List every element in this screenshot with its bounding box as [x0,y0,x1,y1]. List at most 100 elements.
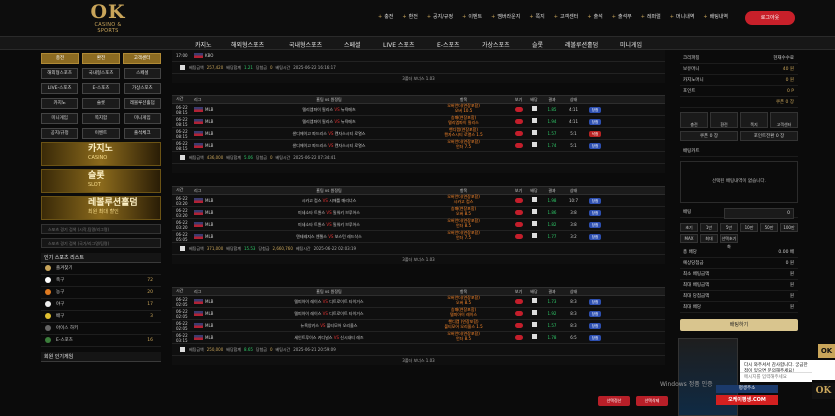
sidebar-category-button[interactable]: 출석체크 [123,128,161,139]
main-nav-item[interactable]: 슬롯 [532,40,543,49]
row-checkbox[interactable] [531,232,537,238]
top-nav-item[interactable]: + 배팅내역 [703,13,728,20]
top-nav-item[interactable]: + 쪽지 [529,13,544,20]
sidebar-category-button[interactable]: 레볼루션홀덤 [123,98,161,109]
eye-icon[interactable] [514,299,523,304]
sidebar-category-button[interactable]: 해외형스포츠 [41,68,79,79]
eye-icon[interactable] [514,210,523,215]
sidebar-category-button[interactable]: 공지/규정 [41,128,79,139]
eye-icon[interactable] [514,222,523,227]
eye-icon[interactable] [514,198,523,203]
chat-input[interactable]: 메시지를 입력해주세요 [740,372,812,382]
sub-button[interactable]: 포인트전환 0 장 [740,131,798,141]
summary-checkbox[interactable] [180,246,185,251]
top-nav-item[interactable]: + 출석 [587,13,602,20]
quick-amount-button[interactable]: 1만 [700,223,718,232]
sidebar-category-button[interactable]: LIVE-스포츠 [41,83,79,94]
quick-amount-button[interactable]: 선택초기화 [720,234,738,249]
popular-sport-item[interactable]: 야구 17 [41,299,161,311]
eye-icon[interactable] [514,335,523,340]
main-nav-item[interactable]: 국내형스포츠 [289,40,322,49]
row-checkbox[interactable] [531,220,537,226]
eye-icon[interactable] [514,131,523,136]
row-checkbox[interactable] [531,333,537,339]
main-nav-item[interactable]: LIVE 스포츠 [383,40,414,49]
sidebar-category-button[interactable]: 국내형스포츠 [82,68,120,79]
eye-icon[interactable] [514,311,523,316]
main-nav-item[interactable]: 카지노 [195,40,212,49]
row-checkbox[interactable] [531,117,537,123]
top-nav-item[interactable]: + 환전 [402,13,417,20]
sidebar-category-button[interactable]: 가상스포츠 [123,83,161,94]
sidebar-category-button[interactable]: 이벤트 [82,128,120,139]
sidebar-category-button[interactable]: 쪽지함 [82,113,120,124]
sub-button[interactable]: 쿠폰 0 장 [680,131,738,141]
summary-checkbox[interactable] [180,155,185,160]
quick-icon-button[interactable]: 쪽지 [740,112,768,128]
top-nav-item[interactable]: + 충전 [378,13,393,20]
logout-button[interactable]: 로그아웃 [745,11,795,25]
quick-icon-button[interactable]: 고객센터 [770,112,798,128]
main-nav-item[interactable]: 미니게임 [620,40,642,49]
promo-banner[interactable]: 평생주소 오케이평생.COM [678,338,778,416]
quick-icon-button[interactable]: 환전 [710,112,738,128]
main-nav-item[interactable]: 스페셜 [344,40,361,49]
search-input[interactable]: 스포츠 경기 검색 (시작,팀명/리그명) [41,224,161,234]
row-checkbox[interactable] [531,129,537,135]
quick-amount-button[interactable]: 100만 [780,223,798,232]
popular-sport-item[interactable]: 축구 72 [41,275,161,287]
popular-sport-item[interactable]: 아이스 하키 [41,323,161,335]
delete-selected-button[interactable]: 선택삭제 [636,396,668,406]
sidebar-category-button[interactable]: 미니게임 [123,113,161,124]
quick-amount-button[interactable]: 10만 [740,223,758,232]
chat-badge[interactable]: OK [818,344,835,358]
sidebar-category-button[interactable]: 카지노 [41,98,79,109]
popular-sport-item[interactable]: E-스포츠 16 [41,335,161,347]
sidebar-category-button[interactable]: 스페셜 [123,68,161,79]
sidebar-banner[interactable]: 카지노 CASINO [41,142,161,166]
bet-amount-input[interactable]: 0 [724,208,794,219]
row-checkbox[interactable] [531,196,537,202]
row-checkbox[interactable] [531,321,537,327]
row-checkbox[interactable] [531,208,537,214]
top-nav-item[interactable]: + 공지/규정 [427,13,453,20]
sidebar-category-button[interactable]: 슬롯 [82,98,120,109]
search-input[interactable]: 스포츠 경기 검색 (국가/리그명/팀명) [41,238,161,248]
sidebar-top-button[interactable]: 환전 [82,53,120,64]
sidebar-category-button[interactable]: 미니게임 [41,113,79,124]
sidebar-banner[interactable]: 레볼루션홀덤 최원 최대 할인 [41,196,161,220]
top-nav-item[interactable]: + 머니내역 [670,13,695,20]
quick-icon-button[interactable]: 충전 [680,112,708,128]
top-nav-item[interactable]: + 이벤트 [462,13,482,20]
sidebar-banner[interactable]: 슬롯 SLOT [41,169,161,193]
settle-selected-button[interactable]: 선택정산 [598,396,630,406]
quick-amount-button[interactable]: 초기 [680,223,698,232]
top-nav-item[interactable]: + 고객센터 [554,13,579,20]
top-nav-item[interactable]: + 출석부 [612,13,632,20]
row-checkbox[interactable] [531,105,537,111]
quick-amount-button[interactable]: MAX [680,234,698,243]
popular-sport-item[interactable]: 즐겨찾기 [41,263,161,275]
eye-icon[interactable] [514,143,523,148]
eye-icon[interactable] [514,107,523,112]
eye-icon[interactable] [514,234,523,239]
popular-sport-item[interactable]: 농구 20 [41,287,161,299]
quick-amount-button[interactable]: 5만 [720,223,738,232]
sidebar-top-button[interactable]: 고객센터 [123,53,161,64]
top-nav-item[interactable]: + 레퍼럴 [641,13,661,20]
main-nav-item[interactable]: 레볼루션홀덤 [565,40,598,49]
logo[interactable]: OK CASINO & SPORTS [84,3,132,35]
popular-sport-item[interactable]: 배구 3 [41,311,161,323]
row-checkbox[interactable] [531,309,537,315]
quick-amount-button[interactable]: 50만 [760,223,778,232]
quick-amount-button[interactable]: 최대 [700,234,718,243]
sidebar-top-button[interactable]: 충전 [41,53,79,64]
corner-logo[interactable]: OK [812,383,835,399]
main-nav-item[interactable]: E-스포츠 [437,40,460,49]
submit-bet-button[interactable]: 배팅하기 [680,319,798,331]
summary-checkbox[interactable] [180,65,185,70]
eye-icon[interactable] [514,119,523,124]
eye-icon[interactable] [514,323,523,328]
summary-checkbox[interactable] [180,347,185,352]
row-checkbox[interactable] [531,297,537,303]
